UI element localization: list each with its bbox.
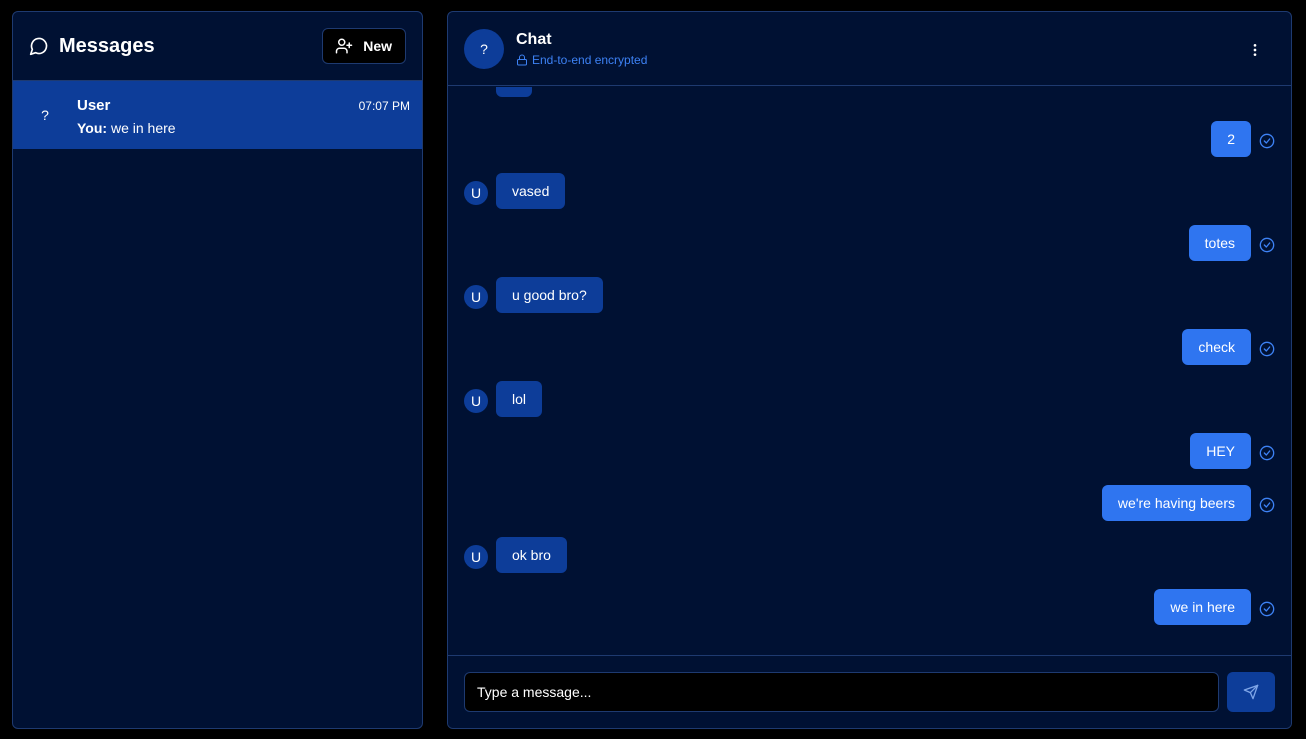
- conversation-preview-text: we in here: [110, 120, 176, 136]
- message-bubble: we're having beers: [1101, 485, 1251, 521]
- incoming-message: Uvased: [464, 173, 1275, 209]
- message-bubble: 2: [1211, 121, 1251, 157]
- conversation-top-row: User 07:07 PM: [77, 97, 410, 114]
- message-composer: [448, 655, 1291, 728]
- send-icon: [1243, 684, 1259, 700]
- chat-avatar: ?: [464, 28, 504, 69]
- avatar: ?: [41, 107, 49, 123]
- sidebar-title: Messages: [59, 34, 155, 57]
- message-avatar: U: [464, 545, 488, 569]
- send-button[interactable]: [1227, 672, 1275, 712]
- new-button-label: New: [363, 38, 392, 54]
- more-vertical-icon: [1247, 42, 1263, 58]
- outgoing-message: check: [464, 329, 1275, 365]
- message-bubble: check: [1182, 329, 1251, 365]
- check-circle-icon: [1259, 497, 1275, 513]
- message-bubble: [496, 87, 532, 97]
- outgoing-message: totes: [464, 225, 1275, 261]
- sidebar-header: Messages New: [13, 12, 422, 81]
- conversation-preview-prefix: You:: [77, 120, 108, 136]
- chat-title: Chat: [516, 30, 552, 48]
- outgoing-message: we in here: [464, 589, 1275, 625]
- incoming-message: Ulol: [464, 381, 1275, 417]
- conversation-item[interactable]: ? User 07:07 PM You: we in here: [13, 81, 422, 149]
- conversation-preview: You: we in here: [77, 120, 410, 136]
- incoming-message: Uok bro: [464, 537, 1275, 573]
- message-bubble: HEY: [1190, 433, 1251, 469]
- chat-app: Messages New ? User 07:07 PM You: we in …: [0, 0, 1306, 739]
- incoming-message: Uu good bro?: [464, 277, 1275, 313]
- conversation-body: User 07:07 PM You: we in here: [77, 81, 410, 136]
- message-bubble: u good bro?: [496, 277, 603, 313]
- outgoing-message: we're having beers: [464, 485, 1275, 521]
- message-circle-icon: [29, 36, 49, 56]
- message-list[interactable]: 2 Uvased totes Uu good bro? check Ulol HEY we'r…: [448, 87, 1291, 656]
- encryption-status: End-to-end encrypted: [516, 53, 647, 67]
- check-circle-icon: [1259, 133, 1275, 149]
- encryption-label: End-to-end encrypted: [532, 52, 648, 67]
- conversations-sidebar: Messages New ? User 07:07 PM You: we in …: [12, 11, 423, 729]
- message-avatar: U: [464, 181, 488, 205]
- message-bubble: vased: [496, 173, 566, 209]
- check-circle-icon: [1259, 341, 1275, 357]
- lock-icon: [516, 54, 528, 66]
- more-options-button[interactable]: [1243, 38, 1267, 62]
- check-circle-icon: [1259, 237, 1275, 253]
- new-conversation-button[interactable]: New: [322, 28, 406, 64]
- message-avatar: U: [464, 285, 488, 309]
- message-bubble: totes: [1188, 225, 1251, 261]
- check-circle-icon: [1259, 601, 1275, 617]
- message-bubble: we in here: [1154, 589, 1251, 625]
- message-avatar: U: [464, 389, 488, 413]
- check-circle-icon: [1259, 445, 1275, 461]
- conversation-time: 07:07 PM: [358, 98, 410, 113]
- message-input[interactable]: [464, 672, 1219, 712]
- chat-panel: ? Chat End-to-end encrypted 2 U vased to…: [447, 11, 1292, 729]
- outgoing-message: HEY: [464, 433, 1275, 469]
- conversation-name: User: [77, 97, 111, 114]
- message-bubble: lol: [496, 381, 543, 417]
- chat-header-text: Chat End-to-end encrypted: [516, 31, 647, 67]
- outgoing-message: 2: [464, 121, 1275, 157]
- sidebar-title-group: Messages: [29, 35, 155, 58]
- message-bubble: ok bro: [496, 537, 567, 573]
- user-plus-icon: [335, 37, 353, 55]
- chat-header: ? Chat End-to-end encrypted: [448, 12, 1291, 86]
- message-row-partial: [464, 87, 1275, 97]
